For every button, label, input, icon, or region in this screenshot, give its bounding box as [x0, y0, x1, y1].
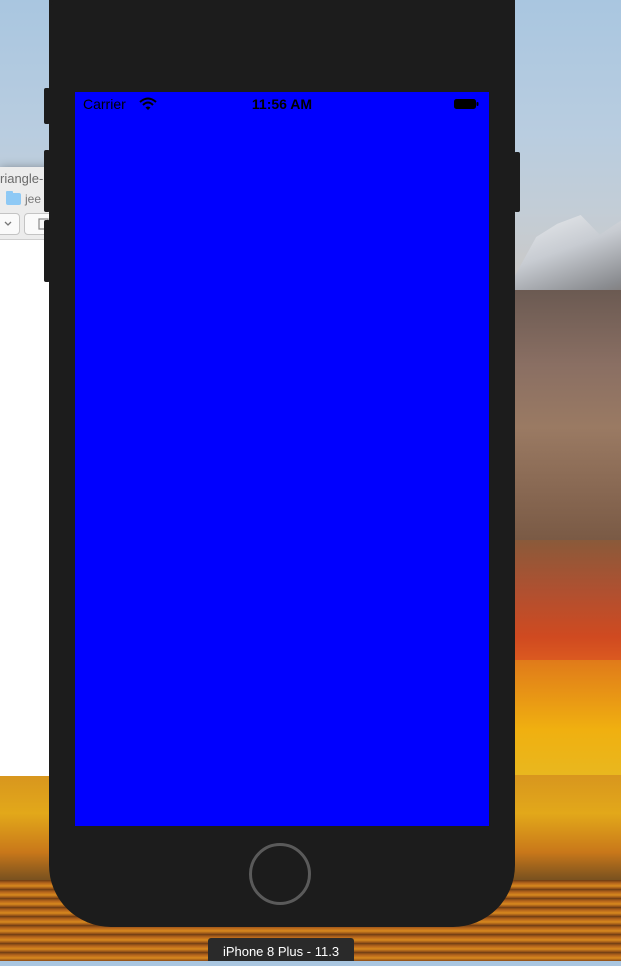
simulator-device-label: iPhone 8 Plus - 11.3 [208, 938, 354, 961]
finder-view-dropdown[interactable] [0, 213, 20, 235]
chevron-down-icon [4, 221, 12, 226]
folder-icon [6, 191, 21, 205]
wallpaper-autumn-slope [515, 540, 621, 670]
finder-path-label[interactable]: jee [25, 192, 41, 206]
status-time: 11:56 AM [251, 96, 313, 112]
iphone-device-top [49, 0, 515, 80]
battery-icon [454, 99, 479, 109]
status-bar: Carrier 11:56 AM [75, 92, 489, 114]
home-button[interactable] [249, 843, 311, 905]
wallpaper-ridge [515, 290, 621, 540]
simulator-screen[interactable]: Carrier 11:56 AM [75, 92, 489, 826]
